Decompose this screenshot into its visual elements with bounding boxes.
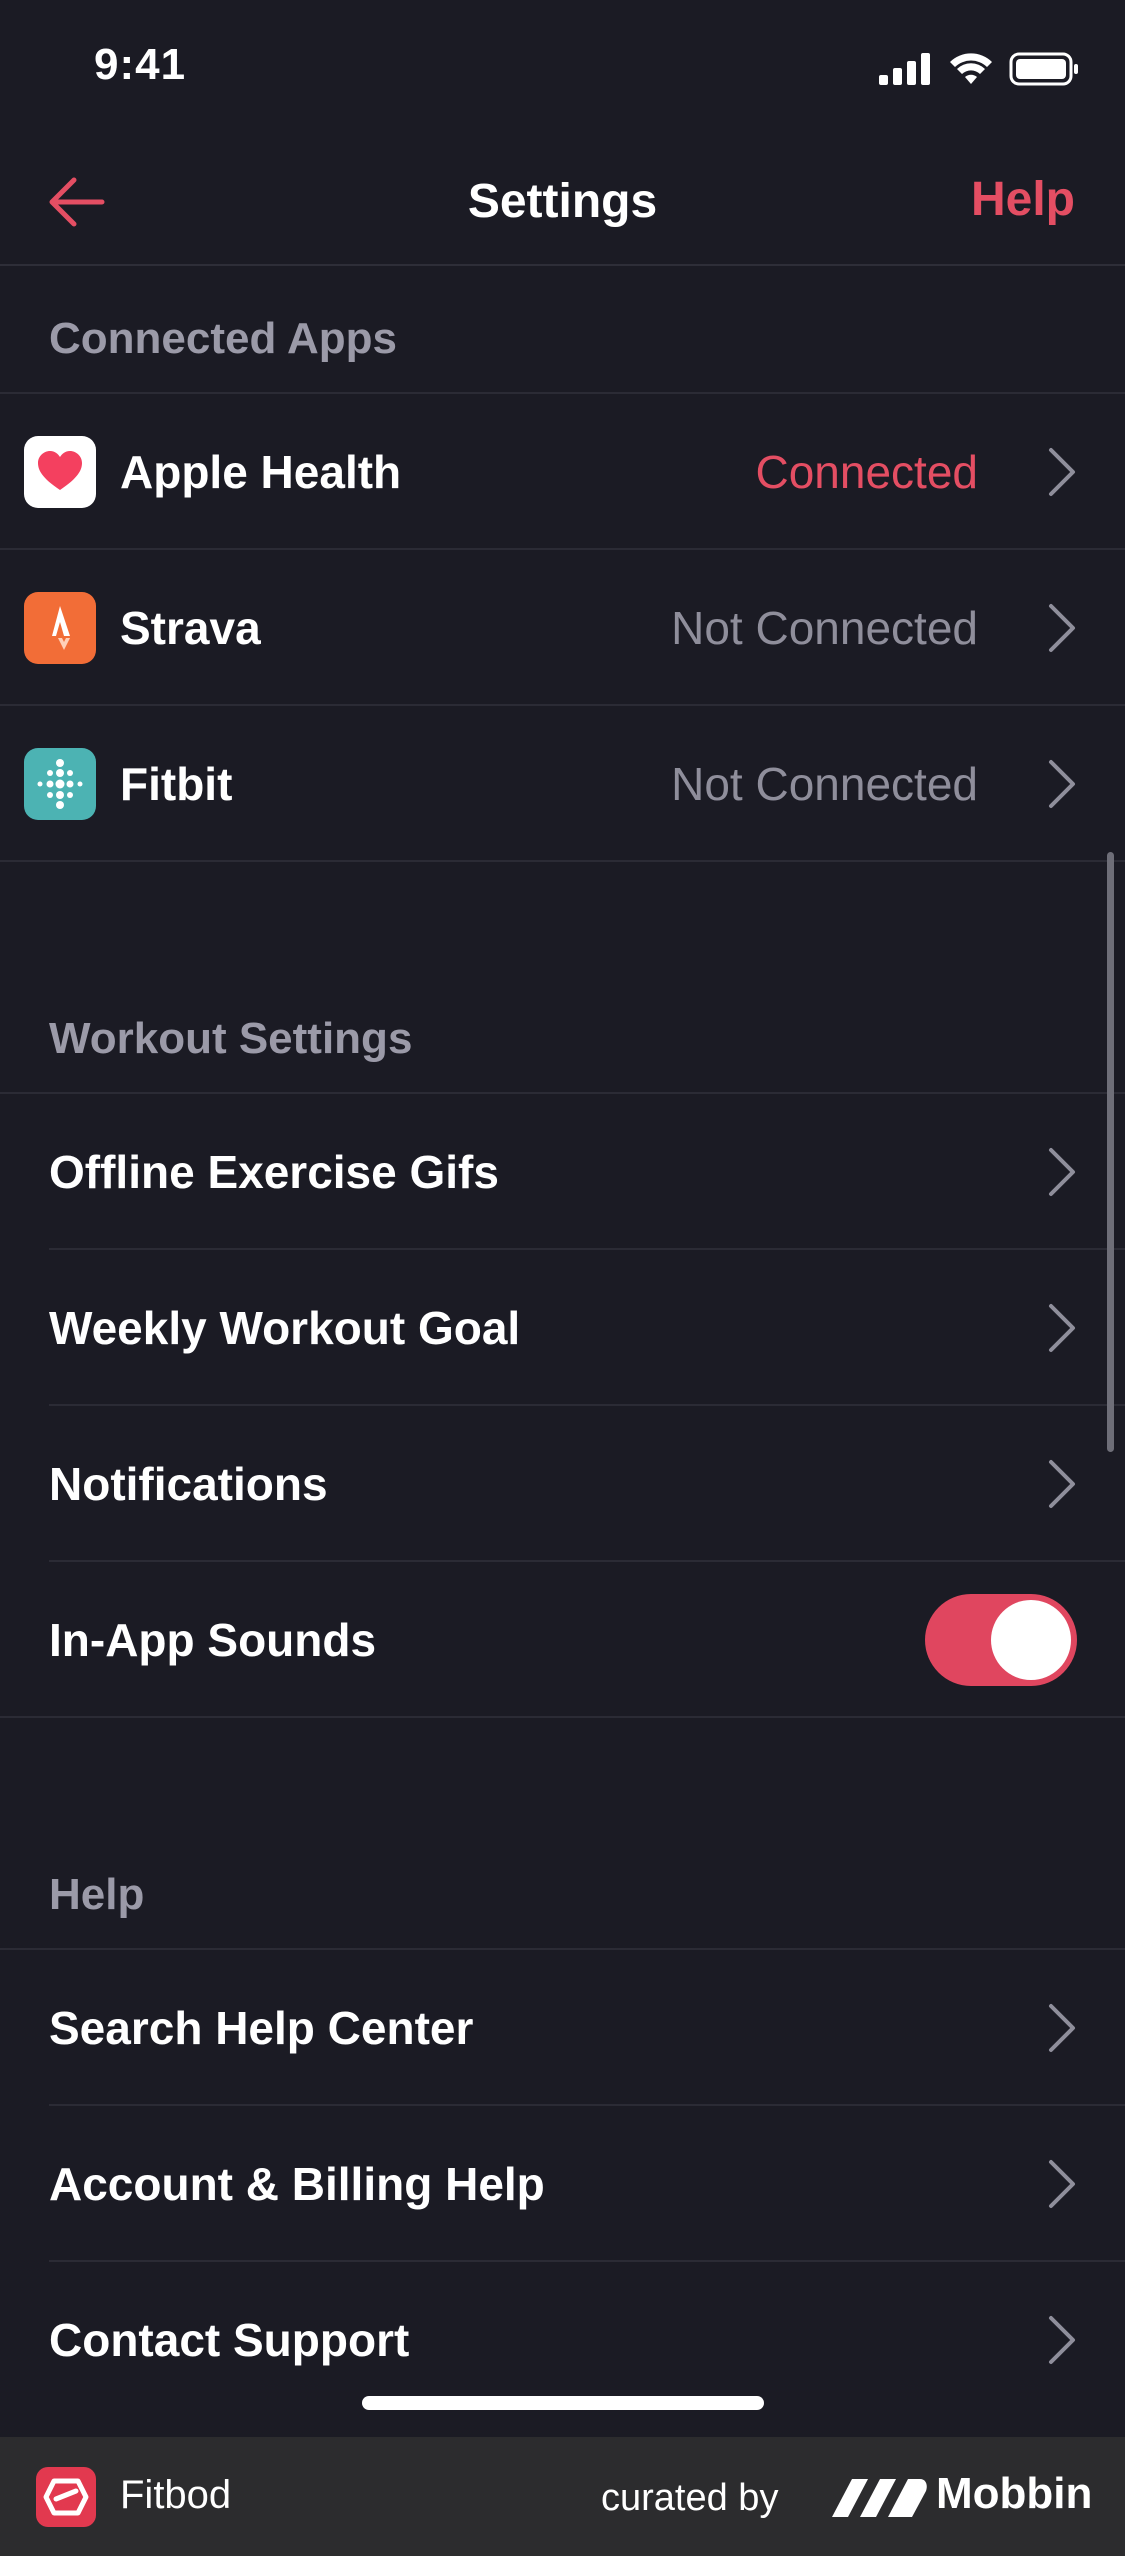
chevron-right-icon (1049, 2315, 1075, 2364)
strava-icon (24, 591, 96, 664)
row-label: Contact Support (49, 2313, 410, 2366)
status-label: Not Connected (671, 601, 978, 654)
battery-icon (1009, 52, 1078, 86)
footer-app-name: Fitbod (120, 2473, 232, 2517)
connected-app-fitbit[interactable]: Fitbit Not Connected (0, 706, 1125, 861)
settings-row-notifications[interactable]: Notifications (0, 1406, 1125, 1561)
settings-row-weekly-workout-goal[interactable]: Weekly Workout Goal (0, 1250, 1125, 1405)
settings-row-offline-exercise-gifs[interactable]: Offline Exercise Gifs (0, 1094, 1125, 1249)
row-label: Offline Exercise Gifs (49, 1145, 499, 1198)
page-title: Settings (467, 175, 658, 228)
row-label: Notifications (49, 1457, 328, 1510)
scrollbar[interactable] (1107, 852, 1114, 1452)
fitbit-icon (24, 747, 96, 820)
help-button[interactable]: Help (971, 172, 1075, 227)
in-app-sounds-toggle[interactable] (925, 1593, 1077, 1686)
row-label: Strava (120, 601, 261, 654)
signal-icon (879, 53, 930, 85)
chevron-right-icon (1049, 1303, 1075, 1352)
section-header-connected-apps: Connected Apps (49, 314, 397, 363)
row-label: In-App Sounds (49, 1613, 377, 1666)
status-label: Connected (755, 445, 979, 498)
row-label: Weekly Workout Goal (49, 1301, 521, 1354)
settings-row-in-app-sounds: In-App Sounds (0, 1562, 1125, 1717)
footer-brand: Mobbin (936, 2469, 1093, 2518)
wifi-icon (950, 53, 992, 84)
section-header-workout-settings: Workout Settings (49, 1014, 413, 1063)
footer-curated-by: curated by (601, 2477, 779, 2519)
footer-bar: Fitbod curated by Mobbin (0, 2437, 1125, 2556)
section-header-help: Help (49, 1870, 145, 1919)
status-time: 9:41 (94, 40, 187, 89)
connected-app-apple-health[interactable]: Apple Health Connected (0, 394, 1125, 549)
chevron-right-icon (1049, 1459, 1075, 1508)
chevron-right-icon (1049, 1147, 1075, 1196)
row-label: Fitbit (120, 757, 233, 810)
row-label: Search Help Center (49, 2001, 474, 2054)
status-icons (879, 46, 1079, 92)
chevron-right-icon (1049, 759, 1075, 808)
help-row-contact-support[interactable]: Contact Support (0, 2262, 1125, 2417)
chevron-right-icon (1049, 2003, 1075, 2052)
connected-app-strava[interactable]: Strava Not Connected (0, 550, 1125, 705)
status-label: Not Connected (671, 757, 978, 810)
chevron-right-icon (1049, 2159, 1075, 2208)
chevron-right-icon (1049, 447, 1075, 496)
nav-bar: Settings Help (0, 140, 1125, 266)
fitbod-logo-icon (36, 2467, 96, 2527)
help-row-search-help-center[interactable]: Search Help Center (0, 1950, 1125, 2105)
mobbin-logo-icon (832, 2479, 927, 2517)
chevron-right-icon (1049, 603, 1075, 652)
row-label: Apple Health (120, 445, 402, 498)
help-row-account-billing[interactable]: Account & Billing Help (0, 2106, 1125, 2261)
row-label: Account & Billing Help (49, 2157, 545, 2210)
home-indicator[interactable] (362, 2396, 764, 2410)
toggle-knob (991, 1599, 1071, 1680)
apple-health-icon (24, 435, 96, 508)
